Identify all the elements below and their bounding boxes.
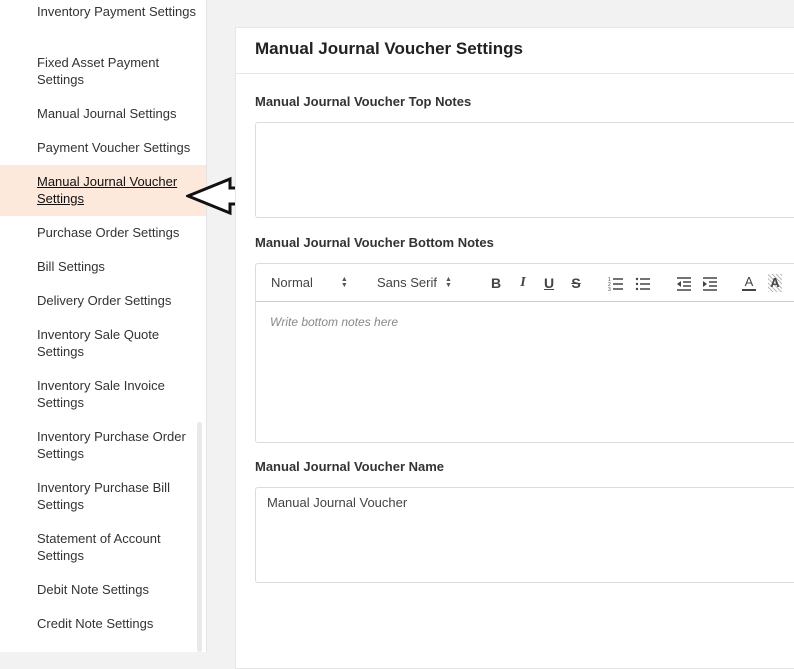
select-arrows-icon: ▲ ▼ [444,276,452,289]
strikethrough-button[interactable]: S [568,274,584,292]
bottom-notes-editor: Normal ▲▼ Sans Serif ▲▼ B I U S 1 2 3 [255,263,794,443]
select-arrows-icon: ▲ ▼ [340,276,348,289]
name-label: Manual Journal Voucher Name [255,459,445,474]
sidebar-item-fixed-asset-payment-settings[interactable]: Fixed Asset Payment Settings [0,54,206,88]
sidebar-item-label: Purchase Order Settings [37,225,180,240]
name-input[interactable]: Manual Journal Voucher [255,487,794,583]
sidebar-item-inventory-purchase-order-settings[interactable]: Inventory Purchase Order Settings [0,428,206,462]
bottom-notes-label: Manual Journal Voucher Bottom Notes [255,235,494,250]
bold-button[interactable]: B [488,274,504,292]
sidebar-item-delivery-order-settings[interactable]: Delivery Order Settings [0,292,206,309]
sidebar-item-credit-note-settings[interactable]: Credit Note Settings [0,615,206,632]
sidebar-scrollbar[interactable] [197,422,202,652]
svg-text:3: 3 [608,287,611,293]
sidebar-item-inventory-sale-quote-settings[interactable]: Inventory Sale Quote Settings [0,326,206,360]
page-title: Manual Journal Voucher Settings [255,39,523,58]
title-divider [236,73,794,74]
sidebar-item-label: Fixed Asset Payment Settings [37,55,160,87]
underline-button[interactable]: U [541,274,557,292]
sidebar-item-statement-of-account-settings[interactable]: Statement of Account Settings [0,530,206,564]
sidebar-item-label: Manual Journal Voucher Settings [37,174,178,206]
bullet-list-icon[interactable] [635,275,651,293]
sidebar-item-label: Inventory Purchase Order Settings [37,429,186,461]
font-select-value: Sans Serif [377,275,437,290]
sidebar-item-manual-journal-voucher-settings[interactable]: Manual Journal Voucher Settings [0,165,206,216]
indent-icon[interactable] [702,275,718,293]
sidebar-item-inventory-sale-invoice-settings[interactable]: Inventory Sale Invoice Settings [0,377,206,411]
ordered-list-icon[interactable]: 1 2 3 [608,275,624,293]
settings-panel: Manual Journal Voucher Settings Manual J… [235,27,794,669]
sidebar: Inventory Payment Settings Fixed Asset P… [0,0,207,652]
editor-toolbar: Normal ▲▼ Sans Serif ▲▼ B I U S 1 2 3 [256,264,794,302]
sidebar-item-bill-settings[interactable]: Bill Settings [0,258,206,275]
italic-button[interactable]: I [515,274,531,292]
bottom-notes-placeholder[interactable]: Write bottom notes here [270,315,398,329]
sidebar-item-label: Inventory Sale Quote Settings [37,327,160,359]
sidebar-item-purchase-order-settings[interactable]: Purchase Order Settings [0,224,206,241]
sidebar-item-inventory-payment-settings[interactable]: Inventory Payment Settings [0,3,206,20]
top-notes-editor[interactable] [255,122,794,218]
name-input-value: Manual Journal Voucher [267,495,408,510]
sidebar-item-label: Inventory Payment Settings [37,4,196,19]
sidebar-item-label: Delivery Order Settings [37,293,172,308]
sidebar-item-label: Credit Note Settings [37,616,154,631]
sidebar-item-label: Debit Note Settings [37,582,150,597]
heading-select-value: Normal [271,275,313,290]
sidebar-item-inventory-purchase-bill-settings[interactable]: Inventory Purchase Bill Settings [0,479,206,513]
sidebar-item-label: Inventory Sale Invoice Settings [37,378,165,410]
text-color-button[interactable]: A [742,274,756,291]
sidebar-item-manual-journal-settings[interactable]: Manual Journal Settings [0,105,206,122]
outdent-icon[interactable] [676,275,692,293]
sidebar-item-label: Bill Settings [37,259,105,274]
sidebar-item-label: Statement of Account Settings [37,531,161,563]
highlight-button[interactable]: A [768,274,782,292]
top-notes-label: Manual Journal Voucher Top Notes [255,94,472,109]
sidebar-item-label: Manual Journal Settings [37,106,177,121]
sidebar-item-debit-note-settings[interactable]: Debit Note Settings [0,581,206,598]
sidebar-item-label: Payment Voucher Settings [37,140,191,155]
font-select[interactable]: Sans Serif ▲ ▼ [377,274,452,292]
sidebar-item-payment-voucher-settings[interactable]: Payment Voucher Settings [0,139,206,156]
heading-select[interactable]: Normal ▲ ▼ [271,274,348,292]
sidebar-item-label: Inventory Purchase Bill Settings [37,480,170,512]
